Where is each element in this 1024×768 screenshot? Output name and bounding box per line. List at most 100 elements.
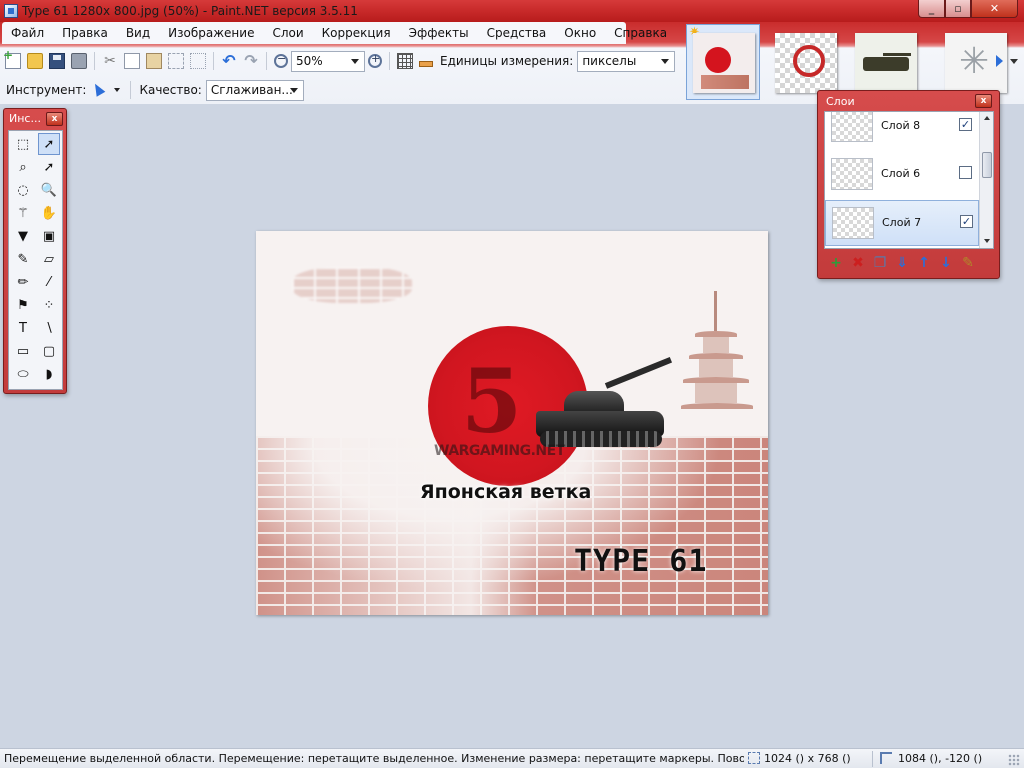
undo-icon[interactable]: ↶ [221,53,237,69]
merge-layer-down-icon[interactable]: ⇓ [893,254,911,272]
paint-bucket-tool[interactable]: ▼ [12,225,34,247]
clone-stamp-tool[interactable]: ⚑ [12,294,34,316]
color-picker-tool[interactable]: ⁄ [38,271,60,293]
zoom-out-icon[interactable] [274,52,288,68]
ellipse-tool[interactable]: ⬭ [12,363,34,385]
layer-thumbnail [832,207,874,239]
close-icon[interactable]: x [975,94,992,108]
layers-panel[interactable]: Слои x Слой 8 ✓ Слой 6 Слой 7 ✓ + ✖ ❐ ⇓ ↑ ↓ ✎ [817,90,1000,279]
menu-layers[interactable]: Слои [263,22,312,44]
move-selection-tool[interactable]: ➚ [38,133,60,155]
chevron-down-icon[interactable] [114,88,121,92]
paintbrush-tool[interactable]: ✎ [12,248,34,270]
menu-utilities[interactable]: Средства [478,22,556,44]
menu-help[interactable]: Справка [605,22,676,44]
move-selected-tool[interactable]: ➚ [38,156,60,178]
freeform-shape-tool[interactable]: ◗ [38,363,60,385]
rectangle-select-tool[interactable]: ⬚ [12,133,34,155]
move-layer-up-icon[interactable]: ↑ [915,254,933,272]
quality-dropdown[interactable]: Сглаживан... [205,79,304,101]
menu-view[interactable]: Вид [117,22,159,44]
layer-visibility-checkbox[interactable]: ✓ [960,215,973,228]
layer-thumbnail [831,112,873,142]
paste-icon[interactable] [146,53,162,69]
new-icon[interactable] [3,48,21,69]
pencil-tool[interactable]: ✏ [12,271,34,293]
freeform-shape-icon: ◗ [45,366,53,382]
tools-panel[interactable]: Инс... x ⬚ ➚ ⌕ ➚ ◌ 🔍 ⚚ ✋ ▼ ▣ ✎ ▱ ✏ ⁄ ⚑ ⁘ T ∖ ▭ ▢ ⬭ ◗ [3,108,67,394]
eraser-icon: ▱ [44,251,54,267]
app-icon[interactable] [4,4,18,18]
magic-wand-icon: ⚚ [17,205,29,221]
zoom-icon: 🔍 [40,182,58,198]
crop-icon[interactable] [168,53,184,69]
move-selection-tool-icon[interactable] [90,82,112,98]
scrollbar-thumb[interactable] [982,152,992,178]
print-icon[interactable] [71,53,87,69]
redo-icon[interactable]: ↷ [243,53,259,69]
move-layer-down-icon[interactable]: ↓ [937,254,955,272]
scroll-down-icon[interactable] [984,239,990,243]
menu-window[interactable]: Окно [555,22,605,44]
units-dropdown[interactable]: пикселы [577,50,676,72]
scroll-right-icon[interactable] [996,55,1003,67]
eraser-tool[interactable]: ▱ [38,248,60,270]
minimize-button[interactable]: _ [918,0,945,18]
magic-wand-tool[interactable]: ⚚ [12,202,34,224]
menu-file[interactable]: Файл [2,22,53,44]
close-button[interactable]: ✕ [971,0,1018,18]
save-icon[interactable] [49,53,65,69]
lasso-select-tool[interactable]: ⌕ [12,156,34,178]
recolor-tool[interactable]: ⁘ [38,294,60,316]
menu-effects[interactable]: Эффекты [400,22,478,44]
rounded-rectangle-tool[interactable]: ▢ [38,340,60,362]
thumbnail-preview [855,33,917,93]
scroll-up-icon[interactable] [984,116,990,120]
gradient-tool[interactable]: ▣ [38,225,60,247]
zoom-in-icon[interactable] [368,52,382,68]
chevron-down-icon[interactable] [1010,59,1018,64]
text-tool[interactable]: T [12,317,34,339]
text-icon: T [19,320,27,336]
layer-row[interactable]: Слой 7 ✓ [825,200,979,246]
image-thumbnail[interactable]: ✷ [686,24,760,100]
delete-layer-icon[interactable]: ✖ [849,254,867,272]
menu-edit[interactable]: Правка [53,22,117,44]
pagoda-spire [714,291,717,331]
zoom-dropdown[interactable]: 50% [291,50,365,72]
layer-visibility-checkbox[interactable] [959,166,972,179]
ellipse-select-tool[interactable]: ◌ [12,179,34,201]
grid-icon[interactable] [397,53,413,69]
add-layer-icon[interactable]: + [827,254,845,272]
image-canvas[interactable]: 5 WARGAMING.NET Японская ветка TYPE 61 [256,231,768,615]
menu-image[interactable]: Изображение [159,22,263,44]
layer-row[interactable]: Слой 6 [825,152,979,198]
brick-wall-fragment [292,267,412,303]
cursor-position: 1084 (), -120 () [898,752,983,765]
quality-label: Качество: [139,83,202,97]
image-thumbnail[interactable] [768,24,842,100]
open-icon[interactable] [27,53,43,69]
maximize-button[interactable]: ▫ [945,0,971,18]
resize-grip-icon[interactable] [1008,754,1020,766]
tank-gun [604,356,673,389]
line-curve-tool[interactable]: ∖ [38,317,60,339]
ruler-icon[interactable] [419,61,433,67]
copy-icon[interactable] [124,53,140,69]
duplicate-layer-icon[interactable]: ❐ [871,254,889,272]
deselect-icon[interactable] [190,53,206,69]
image-thumbnail[interactable] [848,24,922,100]
close-icon[interactable]: x [46,112,63,126]
zoom-value: 50% [296,54,323,68]
cut-icon[interactable]: ✂ [102,53,118,69]
layers-scrollbar[interactable] [979,112,993,248]
layer-properties-icon[interactable]: ✎ [959,254,977,272]
rectangle-tool[interactable]: ▭ [12,340,34,362]
zoom-tool[interactable]: 🔍 [38,179,60,201]
layer-row[interactable]: Слой 8 ✓ [825,112,979,150]
toolbar-divider [213,52,214,70]
menu-adjustments[interactable]: Коррекция [313,22,400,44]
layer-visibility-checkbox[interactable]: ✓ [959,118,972,131]
pan-tool[interactable]: ✋ [38,202,60,224]
thumbnail-preview [693,33,755,93]
